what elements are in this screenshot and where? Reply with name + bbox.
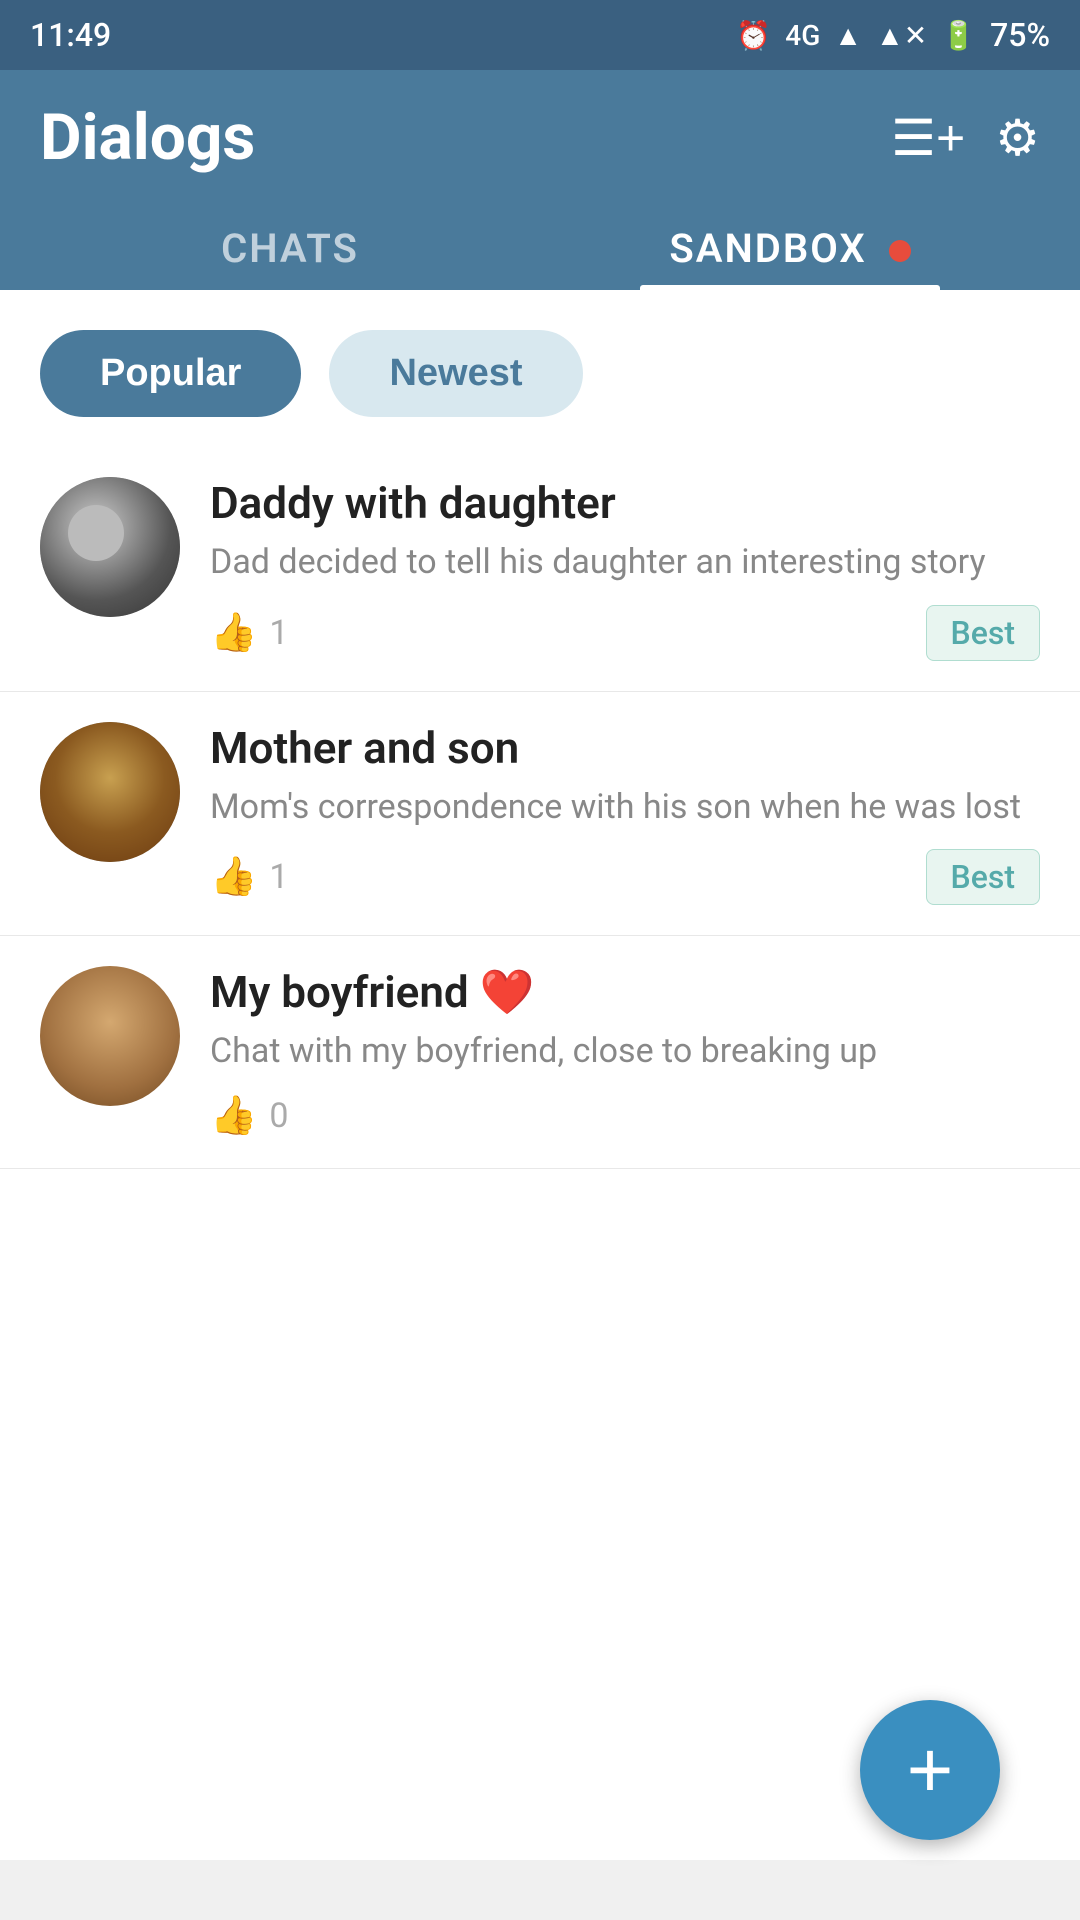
chat-title: Mother and son <box>210 722 1040 774</box>
thumbs-up-icon: 👍 <box>210 855 257 899</box>
new-chat-button[interactable]: ☰+ <box>891 109 965 167</box>
status-icons: ⏰ 4G ▲ ▲✕ 🔋 75% <box>736 16 1050 54</box>
avatar-image <box>40 477 180 617</box>
chat-subtitle: Dad decided to tell his daughter an inte… <box>210 539 1040 587</box>
avatar <box>40 966 180 1106</box>
chat-title: My boyfriend ❤️ <box>210 966 1040 1018</box>
tab-chats[interactable]: CHATS <box>40 205 540 290</box>
chat-item[interactable]: Daddy with daughter Dad decided to tell … <box>0 447 1080 692</box>
tab-bar: CHATS SANDBOX <box>40 205 1040 290</box>
tab-active-indicator <box>640 285 940 290</box>
header-top: Dialogs ☰+ ⚙ <box>40 100 1040 205</box>
avatar-image <box>40 966 180 1106</box>
like-number: 1 <box>269 613 288 653</box>
chat-info: Daddy with daughter Dad decided to tell … <box>210 477 1040 661</box>
signal-x-icon: ▲✕ <box>876 19 927 52</box>
network-label: 4G <box>785 19 820 52</box>
settings-icon: ⚙ <box>995 109 1040 167</box>
status-bar: 11:49 ⏰ 4G ▲ ▲✕ 🔋 75% <box>0 0 1080 70</box>
filter-newest-button[interactable]: Newest <box>329 330 582 417</box>
page-title: Dialogs <box>40 100 255 175</box>
chat-info: My boyfriend ❤️ Chat with my boyfriend, … <box>210 966 1040 1138</box>
like-number: 0 <box>269 1096 288 1136</box>
sandbox-notification-dot <box>889 240 911 262</box>
filter-bar: Popular Newest <box>0 290 1080 437</box>
chat-subtitle: Chat with my boyfriend, close to breakin… <box>210 1028 1040 1076</box>
like-count: 👍 0 <box>210 1094 288 1138</box>
chat-meta: 👍 1 Best <box>210 849 1040 905</box>
chat-meta: 👍 1 Best <box>210 605 1040 661</box>
chat-item[interactable]: My boyfriend ❤️ Chat with my boyfriend, … <box>0 936 1080 1169</box>
avatar-image <box>40 722 180 862</box>
header-actions: ☰+ ⚙ <box>891 109 1040 167</box>
signal-icon: ▲ <box>834 19 862 52</box>
best-badge: Best <box>926 605 1040 661</box>
like-count: 👍 1 <box>210 611 288 655</box>
chat-info: Mother and son Mom's correspondence with… <box>210 722 1040 906</box>
battery-icon: 🔋 <box>941 19 976 52</box>
chat-list: Daddy with daughter Dad decided to tell … <box>0 437 1080 1179</box>
chat-meta: 👍 0 <box>210 1094 1040 1138</box>
thumbs-up-icon: 👍 <box>210 1094 257 1138</box>
filter-popular-button[interactable]: Popular <box>40 330 301 417</box>
like-number: 1 <box>269 857 288 897</box>
settings-button[interactable]: ⚙ <box>995 109 1040 167</box>
avatar <box>40 477 180 617</box>
chat-item[interactable]: Mother and son Mom's correspondence with… <box>0 692 1080 937</box>
main-content: Popular Newest Daddy with daughter Dad d… <box>0 290 1080 1860</box>
header: Dialogs ☰+ ⚙ CHATS SANDBOX <box>0 70 1080 290</box>
add-chat-fab[interactable]: + <box>860 1700 1000 1840</box>
heart-emoji: ❤️ <box>480 966 535 1018</box>
avatar <box>40 722 180 862</box>
alarm-icon: ⏰ <box>736 19 771 52</box>
new-chat-icon: ☰+ <box>891 109 965 167</box>
chat-title: Daddy with daughter <box>210 477 1040 529</box>
status-time: 11:49 <box>30 16 111 54</box>
battery-level: 75% <box>990 16 1050 54</box>
thumbs-up-icon: 👍 <box>210 611 257 655</box>
like-count: 👍 1 <box>210 855 288 899</box>
tab-sandbox[interactable]: SANDBOX <box>540 205 1040 290</box>
chat-subtitle: Mom's correspondence with his son when h… <box>210 784 1040 832</box>
best-badge: Best <box>926 849 1040 905</box>
